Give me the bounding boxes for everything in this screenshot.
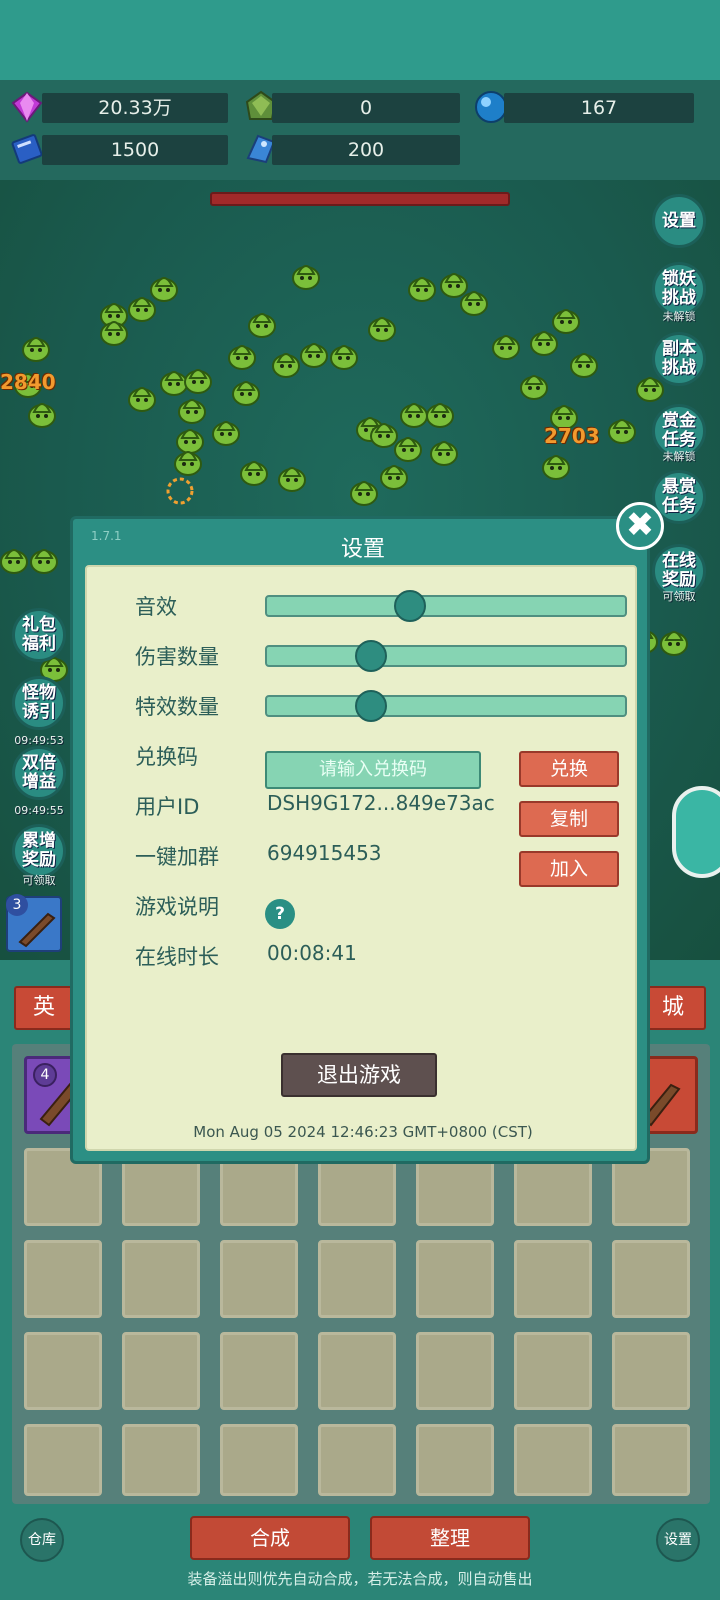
button-label: 诱引	[22, 702, 56, 722]
inventory-slot[interactable]	[220, 1332, 298, 1410]
exit-game-button[interactable]: 退出游戏	[281, 1053, 437, 1097]
item-level-badge: 3	[6, 894, 28, 916]
fish-count: 200	[272, 135, 460, 165]
dialog-body: 音效 伤害数量 特效数量 兑换码 请输入兑换码 兑换 用户ID DSH9G172…	[85, 565, 637, 1151]
equipped-item-slot[interactable]: 3	[6, 894, 62, 952]
settings-side-button[interactable]: 设置	[652, 194, 706, 248]
inventory-slot[interactable]	[416, 1424, 494, 1496]
effect-count-slider[interactable]	[265, 690, 627, 722]
button-label: 副本	[662, 339, 696, 359]
join-group-label: 一键加群	[135, 845, 219, 869]
online-time-label: 在线时长	[135, 945, 219, 969]
group-number-value: 694915453	[267, 841, 382, 865]
status-bar-area	[0, 0, 720, 80]
gem-count: 20.33万	[42, 93, 228, 123]
inventory-slot[interactable]	[318, 1240, 396, 1318]
help-icon[interactable]: ?	[265, 899, 295, 929]
inventory-slot[interactable]	[122, 1424, 200, 1496]
status-label: 可领取	[662, 590, 696, 603]
status-label: 未解锁	[662, 450, 696, 463]
inventory-slot[interactable]	[24, 1332, 102, 1410]
slider-knob[interactable]	[394, 590, 427, 622]
dungeon-challenge-button[interactable]: 副本 挑战	[652, 332, 706, 386]
game-info-label: 游戏说明	[135, 895, 219, 919]
damage-number: 2840	[0, 370, 56, 394]
status-label: 可领取	[22, 874, 56, 887]
double-buff-button[interactable]: 双倍 增益	[12, 746, 66, 800]
join-button[interactable]: 加入	[519, 851, 619, 887]
book-icon	[11, 134, 43, 164]
copy-button[interactable]: 复制	[519, 801, 619, 837]
redeem-button[interactable]: 兑换	[519, 751, 619, 787]
inventory-slot[interactable]	[612, 1332, 690, 1410]
button-label: 锁妖	[662, 269, 696, 289]
inventory-slot[interactable]	[122, 1240, 200, 1318]
inventory-slot[interactable]	[318, 1424, 396, 1496]
redeem-code-input[interactable]: 请输入兑换码	[265, 751, 481, 789]
crystal-count: 0	[272, 93, 460, 123]
merge-button[interactable]: 合成	[190, 1516, 350, 1560]
inventory-slot[interactable]	[122, 1332, 200, 1410]
damage-count-slider[interactable]	[265, 640, 627, 672]
user-id-label: 用户ID	[135, 795, 200, 819]
button-label: 挑战	[662, 288, 696, 308]
timer-label: 09:49:55	[14, 804, 64, 817]
online-time-value: 00:08:41	[267, 941, 357, 965]
slider-knob[interactable]	[354, 640, 387, 672]
inventory-slot[interactable]	[24, 1240, 102, 1318]
inventory-slot[interactable]	[514, 1240, 592, 1318]
button-label: 双倍	[22, 753, 56, 773]
button-label: 在线	[662, 551, 696, 571]
button-label: 累增	[22, 831, 56, 851]
redeem-code-label: 兑换码	[135, 745, 198, 769]
book-count: 1500	[42, 135, 228, 165]
dialog-title: 设置	[340, 537, 385, 562]
hit-effect-icon	[166, 477, 194, 505]
gift-welfare-button[interactable]: 礼包 福利	[12, 608, 66, 662]
button-label: 礼包	[22, 615, 56, 635]
inventory-slot[interactable]	[220, 1240, 298, 1318]
status-label: 未解锁	[662, 310, 696, 323]
slider-knob[interactable]	[354, 690, 387, 722]
floating-app-button[interactable]	[672, 786, 720, 878]
button-label: 怪物	[22, 683, 56, 703]
orb-count: 167	[504, 93, 694, 123]
inventory-slot[interactable]	[220, 1424, 298, 1496]
orb-icon	[475, 91, 507, 123]
button-label: 奖励	[22, 850, 56, 870]
sound-label: 音效	[135, 595, 177, 619]
inventory-slot[interactable]	[318, 1332, 396, 1410]
tab-hero[interactable]: 英	[14, 986, 74, 1030]
storage-button[interactable]: 仓库	[20, 1518, 64, 1562]
damage-number: 2703	[544, 424, 600, 448]
sound-slider[interactable]	[265, 590, 627, 622]
settings-dialog: 1.7.1 设置 音效 伤害数量 特效数量 兑换码 请输入兑换码 兑换 用户ID…	[70, 516, 650, 1164]
settings-button[interactable]: 设置	[656, 1518, 700, 1562]
button-label: 赏金	[662, 411, 696, 431]
close-icon[interactable]: ✖	[616, 502, 664, 550]
button-label: 任务	[662, 496, 696, 516]
button-label: 设置	[662, 210, 696, 231]
gem-icon	[11, 91, 43, 123]
effect-count-label: 特效数量	[135, 695, 219, 719]
item-level-badge: 4	[33, 1063, 57, 1087]
organize-button[interactable]: 整理	[370, 1516, 530, 1560]
inventory-slot[interactable]	[612, 1240, 690, 1318]
inventory-slot[interactable]	[416, 1240, 494, 1318]
auto-merge-tip: 装备溢出则优先自动合成，若无法合成，则自动售出	[187, 1570, 533, 1588]
button-label: 福利	[22, 634, 56, 654]
inventory-slot[interactable]	[612, 1424, 690, 1496]
cumulative-reward-button[interactable]: 累增 奖励	[12, 824, 66, 878]
inventory-slot[interactable]	[24, 1424, 102, 1496]
inventory-slot[interactable]	[514, 1424, 592, 1496]
inventory-slot[interactable]	[416, 1332, 494, 1410]
monster-lure-button[interactable]: 怪物 诱引	[12, 676, 66, 730]
inventory-slot[interactable]	[514, 1332, 592, 1410]
button-label: 悬赏	[662, 477, 696, 497]
user-id-value: DSH9G172...849e73ac	[267, 791, 495, 815]
button-label: 增益	[22, 772, 56, 792]
button-label: 挑战	[662, 358, 696, 378]
datetime-label: Mon Aug 05 2024 12:46:23 GMT+0800 (CST)	[193, 1123, 533, 1141]
damage-count-label: 伤害数量	[135, 645, 219, 669]
